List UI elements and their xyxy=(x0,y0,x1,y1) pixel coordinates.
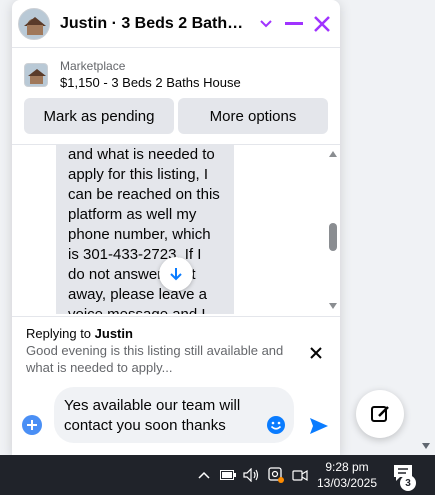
emoji-icon[interactable] xyxy=(266,415,286,435)
listing-actions: Mark as pending More options xyxy=(24,98,328,134)
message-scrollbar[interactable] xyxy=(326,145,340,314)
page-scrollbar[interactable] xyxy=(419,0,435,455)
battery-icon[interactable] xyxy=(218,465,238,485)
reply-name: Justin xyxy=(94,326,133,341)
mark-as-pending-button[interactable]: Mark as pending xyxy=(24,98,174,134)
listing-price-title: $1,150 - 3 Beds 2 Baths House xyxy=(60,75,241,90)
message-list[interactable]: and what is needed to apply for this lis… xyxy=(12,144,340,314)
chevron-down-icon[interactable] xyxy=(254,12,278,36)
chat-header: Justin · 3 Beds 2 Baths Ho... xyxy=(12,0,340,48)
message-input[interactable]: Yes available our team will contact you … xyxy=(54,387,294,443)
close-icon[interactable] xyxy=(310,12,334,36)
chat-window: Justin · 3 Beds 2 Baths Ho... Marketplac… xyxy=(12,0,340,455)
composer: Yes available our team will contact you … xyxy=(12,382,340,455)
listing-preview[interactable]: Marketplace $1,150 - 3 Beds 2 Baths Hous… xyxy=(12,56,340,94)
header-actions xyxy=(254,12,334,36)
chevron-up-icon[interactable] xyxy=(194,465,214,485)
notification-badge: 3 xyxy=(400,475,416,491)
new-message-button[interactable] xyxy=(356,390,404,438)
minimize-icon[interactable] xyxy=(282,12,306,36)
scroll-up-arrow-icon[interactable] xyxy=(329,151,337,157)
taskbar-clock[interactable]: 9:28 pm 13/03/2025 xyxy=(316,459,378,491)
meet-now-icon[interactable] xyxy=(266,465,286,485)
reply-preview: Replying to Justin Good evening is this … xyxy=(12,316,340,380)
more-options-button[interactable]: More options xyxy=(178,98,328,134)
listing-text: Marketplace $1,150 - 3 Beds 2 Baths Hous… xyxy=(60,58,241,92)
camera-icon[interactable] xyxy=(290,465,310,485)
volume-icon[interactable] xyxy=(242,465,262,485)
reply-prefix: Replying to xyxy=(26,326,95,341)
incoming-message-bubble: and what is needed to apply for this lis… xyxy=(56,145,234,314)
close-reply-icon[interactable] xyxy=(306,343,326,363)
reply-label: Replying to Justin xyxy=(26,325,326,342)
clock-date: 13/03/2025 xyxy=(316,476,378,490)
chat-title[interactable]: Justin · 3 Beds 2 Baths Ho... xyxy=(60,15,250,33)
clock-time: 9:28 pm xyxy=(325,460,369,474)
arrow-down-icon xyxy=(170,268,182,281)
listing-thumbnail xyxy=(24,63,48,87)
scrollbar-thumb[interactable] xyxy=(329,223,337,251)
plus-icon[interactable] xyxy=(22,415,42,435)
send-icon[interactable] xyxy=(308,415,330,437)
system-tray xyxy=(194,455,310,495)
compose-icon xyxy=(371,406,389,422)
scroll-down-arrow-icon[interactable] xyxy=(329,303,337,309)
reply-snippet: Good evening is this listing still avail… xyxy=(26,343,284,375)
scroll-down-arrow-icon[interactable] xyxy=(422,443,430,449)
scroll-to-bottom-button[interactable] xyxy=(159,257,193,291)
house-avatar[interactable] xyxy=(18,7,50,40)
taskbar: 9:28 pm 13/03/2025 3 xyxy=(0,455,435,495)
listing-category: Marketplace xyxy=(60,59,126,73)
